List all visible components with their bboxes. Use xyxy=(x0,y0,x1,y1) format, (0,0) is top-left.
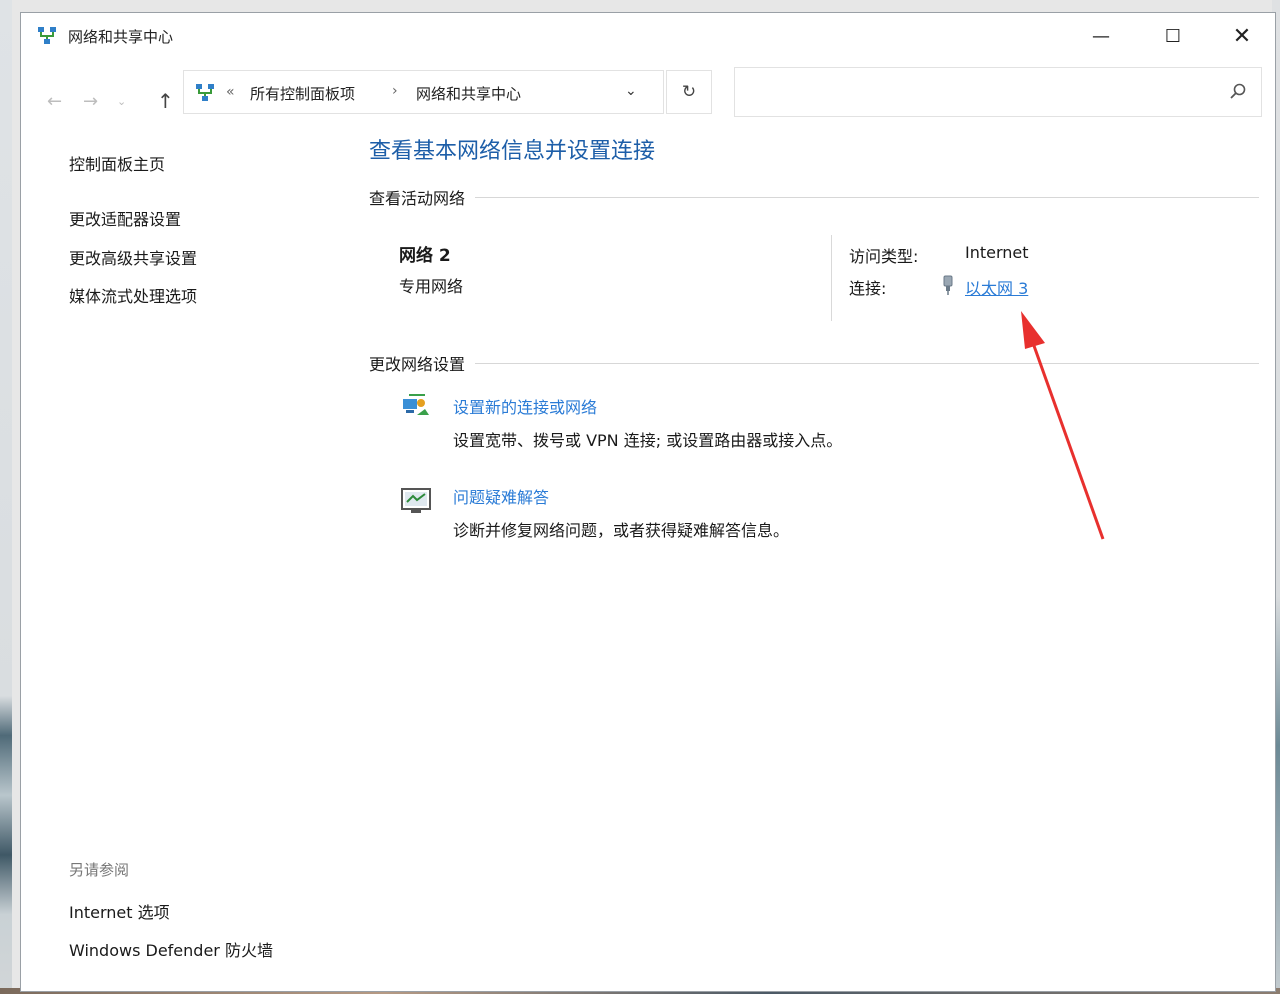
desktop-background-left xyxy=(0,0,12,994)
setup-new-connection-description: 设置宽带、拨号或 VPN 连接; 或设置路由器或接入点。 xyxy=(453,431,843,450)
minimize-button[interactable]: — xyxy=(1066,13,1136,59)
control-panel-window: 网络和共享中心 — ☐ ✕ ← → ⌄ ↑ « 所有控制面板项 › 网络和共享中… xyxy=(20,12,1276,992)
forward-arrow-icon[interactable]: → xyxy=(83,91,98,112)
active-networks-heading: 查看活动网络 xyxy=(369,185,1259,209)
search-input[interactable] xyxy=(734,67,1262,117)
internet-options-link[interactable]: Internet 选项 xyxy=(69,899,170,923)
windows-defender-firewall-link[interactable]: Windows Defender 防火墙 xyxy=(69,937,273,961)
page-title: 查看基本网络信息并设置连接 xyxy=(369,139,656,164)
address-dropdown-icon[interactable]: ⌄ xyxy=(625,83,637,99)
network-name: 网络 2 xyxy=(399,246,451,266)
sidebar-item-control-panel-home[interactable]: 控制面板主页 xyxy=(69,151,165,175)
network-divider xyxy=(831,235,832,321)
address-bar[interactable]: « 所有控制面板项 › 网络和共享中心 ⌄ xyxy=(183,70,664,114)
see-also-heading: 另请参阅 xyxy=(69,861,130,879)
up-arrow-icon[interactable]: ↑ xyxy=(157,89,174,113)
network-center-icon xyxy=(38,27,56,44)
troubleshoot-icon xyxy=(401,488,431,513)
close-button[interactable]: ✕ xyxy=(1207,13,1277,59)
title-bar: 网络和共享中心 — ☐ ✕ xyxy=(21,13,1275,59)
recent-locations-icon[interactable]: ⌄ xyxy=(117,95,126,108)
network-setup-icon xyxy=(403,394,429,415)
network-profile: 专用网络 xyxy=(399,277,464,296)
section-divider xyxy=(475,196,1259,198)
change-settings-heading: 更改网络设置 xyxy=(369,351,1259,375)
change-settings-heading-text: 更改网络设置 xyxy=(369,355,466,374)
back-arrow-icon[interactable]: ← xyxy=(47,91,62,112)
search-icon xyxy=(1230,83,1246,99)
setup-new-connection-link[interactable]: 设置新的连接或网络 xyxy=(453,394,597,418)
sidebar-item-media-streaming-options[interactable]: 媒体流式处理选项 xyxy=(69,283,197,307)
breadcrumb-overflow-icon[interactable]: « xyxy=(226,84,235,100)
troubleshoot-problems-description: 诊断并修复网络问题，或者获得疑难解答信息。 xyxy=(453,521,790,540)
breadcrumb-separator-icon[interactable]: › xyxy=(392,83,398,99)
ethernet-connection-link[interactable]: 以太网 3 xyxy=(965,275,1028,299)
refresh-button[interactable]: ↻ xyxy=(666,70,712,114)
window-title: 网络和共享中心 xyxy=(68,28,174,46)
troubleshoot-problems-link[interactable]: 问题疑难解答 xyxy=(453,484,549,508)
breadcrumb-all-control-panel-items[interactable]: 所有控制面板项 xyxy=(250,83,355,104)
sidebar-item-change-adapter-settings[interactable]: 更改适配器设置 xyxy=(69,206,181,230)
ethernet-icon xyxy=(943,275,953,295)
breadcrumb-network-center[interactable]: 网络和共享中心 xyxy=(416,83,521,104)
section-divider xyxy=(475,362,1259,364)
access-type-value: Internet xyxy=(965,243,1029,262)
access-type-label: 访问类型: xyxy=(849,247,919,266)
control-panel-icon xyxy=(196,84,214,101)
maximize-button[interactable]: ☐ xyxy=(1138,13,1208,59)
sidebar-item-advanced-sharing-settings[interactable]: 更改高级共享设置 xyxy=(69,245,197,269)
connections-label: 连接: xyxy=(849,279,887,298)
active-networks-heading-text: 查看活动网络 xyxy=(369,189,466,208)
